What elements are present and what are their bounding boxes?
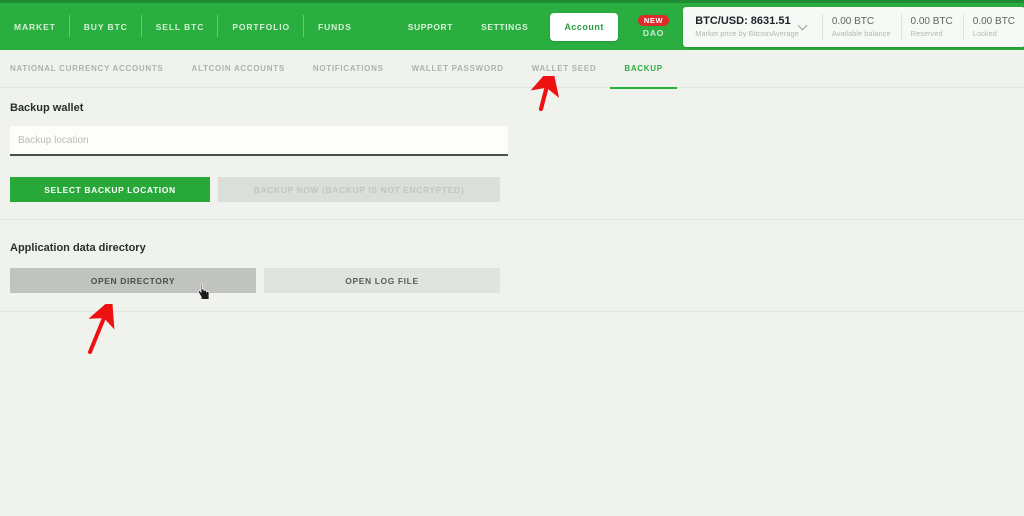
backup-location-input[interactable] — [10, 126, 508, 156]
ticker-reserved: 0.00 BTC Reserved — [900, 7, 963, 47]
market-ticker-panel: BTC/USD: 8631.51 Market price by Bitcoin… — [683, 6, 1024, 47]
tab-backup[interactable]: BACKUP — [610, 50, 678, 89]
reserved-caption: Reserved — [910, 28, 943, 38]
tab-wallet-seed-label: WALLET SEED — [531, 64, 597, 73]
top-navigation-bar: MARKET BUY BTC SELL BTC PORTFOLIO FUNDS … — [0, 0, 1024, 50]
nav-item-buy-btc-label: BUY BTC — [83, 21, 128, 32]
nav-item-account[interactable]: Account — [550, 12, 618, 41]
backup-location-field-wrapper — [10, 126, 508, 156]
tab-national-currency-accounts[interactable]: NATIONAL CURRENCY ACCOUNTS — [10, 50, 163, 88]
tab-notifications-label: NOTIFICATIONS — [312, 64, 384, 73]
nav-item-dao-label: DAO — [642, 28, 665, 39]
available-balance-value: 0.00 BTC — [831, 15, 875, 27]
select-backup-location-button[interactable]: SELECT BACKUP LOCATION — [10, 177, 210, 202]
backup-now-button[interactable]: BACKUP NOW (BACKUP IS NOT ENCRYPTED) — [218, 177, 500, 202]
ticker-price-row: BTC/USD: 8631.51 Market price by Bitcoin… — [695, 15, 812, 38]
tab-wallet-seed[interactable]: WALLET SEED — [532, 50, 597, 88]
ticker-price-selector[interactable]: BTC/USD: 8631.51 Market price by Bitcoin… — [683, 7, 822, 47]
nav-item-sell-btc[interactable]: SELL BTC — [142, 3, 219, 50]
section-spacer-1 — [0, 202, 1024, 219]
nav-item-settings-label: Settings — [481, 21, 529, 32]
nav-item-account-label: Account — [564, 21, 604, 32]
application-window: MARKET BUY BTC SELL BTC PORTFOLIO FUNDS … — [0, 0, 1024, 516]
nav-item-dao[interactable]: NEW DAO — [637, 3, 670, 50]
nav-item-market-label: MARKET — [14, 21, 56, 32]
backup-actions: SELECT BACKUP LOCATION BACKUP NOW (BACKU… — [10, 177, 1014, 202]
ticker-price-source: Market price by BitcoinAverage — [695, 29, 799, 38]
chevron-down-icon[interactable] — [799, 22, 808, 31]
locked-value: 0.00 BTC — [972, 15, 1016, 27]
application-data-directory-title: Application data directory — [10, 242, 146, 254]
open-directory-button[interactable]: OPEN DIRECTORY — [10, 268, 256, 293]
reserved-value: 0.00 BTC — [910, 15, 953, 27]
tab-altcoin-accounts-label: ALTCOIN ACCOUNTS — [191, 64, 285, 73]
ticker-available-balance: 0.00 BTC Available balance — [821, 7, 901, 47]
new-badge: NEW — [637, 14, 670, 27]
tab-notifications[interactable]: NOTIFICATIONS — [313, 50, 384, 88]
account-sub-navigation: NATIONAL CURRENCY ACCOUNTS ALTCOIN ACCOU… — [0, 50, 1024, 89]
nav-item-settings[interactable]: Settings — [467, 3, 542, 50]
main-content: Backup wallet SELECT BACKUP LOCATION BAC… — [0, 88, 1024, 312]
tab-altcoin-accounts[interactable]: ALTCOIN ACCOUNTS — [191, 50, 284, 88]
tab-wallet-password[interactable]: WALLET PASSWORD — [412, 50, 504, 88]
nav-item-support[interactable]: Support — [394, 3, 467, 50]
nav-item-portfolio-label: PORTFOLIO — [232, 21, 290, 32]
nav-item-funds[interactable]: FUNDS — [304, 3, 366, 50]
locked-caption: Locked — [972, 28, 997, 38]
open-log-file-button[interactable]: OPEN LOG FILE — [264, 268, 500, 293]
tab-wallet-password-label: WALLET PASSWORD — [411, 64, 504, 73]
appdata-actions: OPEN DIRECTORY OPEN LOG FILE — [10, 268, 1014, 293]
nav-item-sell-btc-label: SELL BTC — [155, 21, 205, 32]
nav-item-buy-btc[interactable]: BUY BTC — [70, 3, 142, 50]
tab-national-currency-accounts-label: NATIONAL CURRENCY ACCOUNTS — [10, 64, 164, 73]
ticker-price-text: BTC/USD: 8631.51 Market price by Bitcoin… — [695, 15, 799, 38]
backup-wallet-section: Backup wallet SELECT BACKUP LOCATION BAC… — [0, 88, 1024, 202]
main-nav: MARKET BUY BTC SELL BTC PORTFOLIO FUNDS … — [0, 3, 542, 50]
nav-item-funds-label: FUNDS — [318, 21, 352, 32]
nav-item-support-label: Support — [407, 21, 454, 32]
tab-backup-label: BACKUP — [624, 64, 663, 73]
ticker-locked: 0.00 BTC Locked — [962, 7, 1024, 47]
section-divider-2 — [0, 311, 1024, 312]
section-spacer-2 — [0, 293, 1024, 311]
available-balance-caption: Available balance — [831, 28, 891, 38]
ticker-price-value: BTC/USD: 8631.51 — [695, 15, 791, 27]
nav-item-market[interactable]: MARKET — [0, 3, 70, 50]
application-data-directory-section: Application data directory OPEN DIRECTOR… — [0, 220, 1024, 293]
nav-item-portfolio[interactable]: PORTFOLIO — [218, 3, 304, 50]
backup-wallet-title: Backup wallet — [10, 102, 84, 114]
